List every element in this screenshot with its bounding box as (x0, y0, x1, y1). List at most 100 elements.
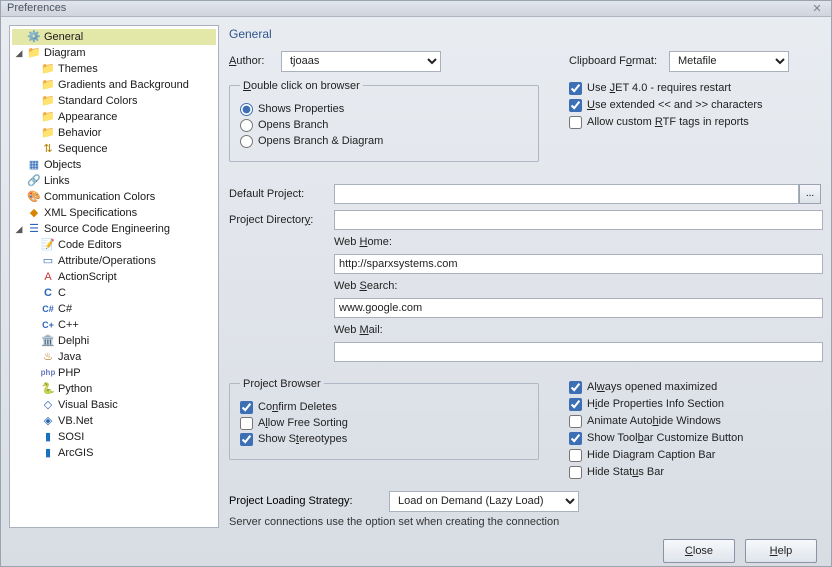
tree-item-vbnet[interactable]: ◈VB.Net (26, 413, 216, 429)
window-title: Preferences (7, 2, 809, 14)
sosi-icon: ▮ (41, 430, 55, 444)
close-icon[interactable]: ✕ (809, 2, 825, 15)
tree-item-xml-spec[interactable]: ◆XML Specifications (12, 205, 216, 221)
objects-icon: ▦ (27, 158, 41, 172)
footer: Close Help (1, 536, 831, 566)
check-free-sort[interactable]: Allow Free Sorting (240, 417, 528, 430)
page-title: General (227, 25, 823, 51)
tree-item-standard-colors[interactable]: 📁Standard Colors (26, 93, 216, 109)
web-mail-input[interactable] (334, 342, 823, 362)
titlebar: Preferences ✕ (1, 1, 831, 17)
close-button[interactable]: Close (663, 539, 735, 563)
tree-item-themes[interactable]: 📁Themes (26, 61, 216, 77)
preferences-window: Preferences ✕ ⚙️ General ◢ (0, 0, 832, 567)
check-maximized[interactable]: Always opened maximized (569, 381, 823, 394)
tree-item-comm-colors[interactable]: 🎨Communication Colors (12, 189, 216, 205)
gear-icon: ⚙️ (27, 30, 41, 44)
php-icon: php (41, 366, 55, 380)
vbnet-icon: ◈ (41, 414, 55, 428)
folder-icon: 📁 (41, 78, 55, 92)
folder-icon: 📁 (41, 110, 55, 124)
double-click-group: Double click on browser Shows Properties… (229, 80, 539, 162)
tree-item-sosi[interactable]: ▮SOSI (26, 429, 216, 445)
tree-item-arcgis[interactable]: ▮ArcGIS (26, 445, 216, 461)
nav-tree[interactable]: ⚙️ General ◢ 📁 Diagram 📁Themes 📁Gradien (9, 25, 219, 528)
actionscript-icon: A (41, 270, 55, 284)
web-home-input[interactable] (334, 254, 823, 274)
attribute-icon: ▭ (41, 254, 55, 268)
project-browser-legend: Project Browser (240, 378, 324, 390)
main-panel: General Author: tjoaas Double click on b… (227, 25, 823, 528)
radio-opens-branch-diagram[interactable]: Opens Branch & Diagram (240, 135, 528, 148)
vb-icon: ◇ (41, 398, 55, 412)
tree-item-behavior[interactable]: 📁Behavior (26, 125, 216, 141)
check-stereotypes[interactable]: Show Stereotypes (240, 433, 528, 446)
xml-icon: ◆ (27, 206, 41, 220)
tree-item-cpp[interactable]: C+C++ (26, 317, 216, 333)
python-icon: 🐍 (41, 382, 55, 396)
check-status[interactable]: Hide Status Bar (569, 466, 823, 479)
tree-item-java[interactable]: ♨Java (26, 349, 216, 365)
tree-item-general[interactable]: ⚙️ General (12, 29, 216, 45)
tree-item-vb[interactable]: ◇Visual Basic (26, 397, 216, 413)
radio-opens-branch[interactable]: Opens Branch (240, 119, 528, 132)
tree-item-links[interactable]: 🔗Links (12, 173, 216, 189)
tree-item-php[interactable]: phpPHP (26, 365, 216, 381)
tree-item-delphi[interactable]: 🏛️Delphi (26, 333, 216, 349)
clipboard-select[interactable]: Metafile (669, 51, 789, 72)
radio-shows-properties[interactable]: Shows Properties (240, 103, 528, 116)
arcgis-icon: ▮ (41, 446, 55, 460)
folder-icon: 📁 (27, 46, 41, 60)
strategy-label: Project Loading Strategy: (229, 495, 379, 507)
check-hide-props[interactable]: Hide Properties Info Section (569, 398, 823, 411)
editor-icon: 📝 (41, 238, 55, 252)
default-project-input[interactable] (334, 184, 799, 204)
check-ext-chars[interactable]: Use extended << and >> characters (569, 99, 823, 112)
tree-item-sequence[interactable]: ⇅Sequence (26, 141, 216, 157)
cpp-icon: C+ (41, 318, 55, 332)
check-confirm-deletes[interactable]: Confirm Deletes (240, 401, 528, 414)
csharp-icon: C# (41, 302, 55, 316)
web-search-input[interactable] (334, 298, 823, 318)
author-select[interactable]: tjoaas (281, 51, 441, 72)
tree-item-appearance[interactable]: 📁Appearance (26, 109, 216, 125)
folder-icon: 📁 (41, 126, 55, 140)
collapse-icon[interactable]: ◢ (14, 48, 24, 58)
project-dir-input[interactable] (334, 210, 823, 230)
c-icon: C (41, 286, 55, 300)
web-mail-label: Web Mail: (334, 324, 799, 336)
help-button[interactable]: Help (745, 539, 817, 563)
tree-item-attr-ops[interactable]: ▭Attribute/Operations (26, 253, 216, 269)
sequence-icon: ⇅ (41, 142, 55, 156)
folder-icon: 📁 (41, 94, 55, 108)
check-autohide[interactable]: Animate Autohide Windows (569, 415, 823, 428)
code-icon: ☰ (27, 222, 41, 236)
collapse-icon[interactable]: ◢ (14, 224, 24, 234)
body: ⚙️ General ◢ 📁 Diagram 📁Themes 📁Gradien (1, 17, 831, 536)
tree-item-gradients[interactable]: 📁Gradients and Background (26, 77, 216, 93)
tree-item-python[interactable]: 🐍Python (26, 381, 216, 397)
check-jet[interactable]: Use JET 4.0 - requires restart (569, 82, 823, 95)
tree-item-diagram[interactable]: ◢ 📁 Diagram (12, 45, 216, 61)
tree-item-actionscript[interactable]: AActionScript (26, 269, 216, 285)
delphi-icon: 🏛️ (41, 334, 55, 348)
web-home-label: Web Home: (334, 236, 799, 248)
tree-item-objects[interactable]: ▦Objects (12, 157, 216, 173)
strategy-select[interactable]: Load on Demand (Lazy Load) (389, 491, 579, 512)
tree-item-sce[interactable]: ◢ ☰ Source Code Engineering (12, 221, 216, 237)
folder-icon: 📁 (41, 62, 55, 76)
check-caption[interactable]: Hide Diagram Caption Bar (569, 449, 823, 462)
author-label: Author: (229, 55, 281, 67)
clipboard-label: Clipboard Format: (569, 55, 669, 67)
java-icon: ♨ (41, 350, 55, 364)
double-click-legend: Double click on browser (240, 80, 363, 92)
check-toolbar[interactable]: Show Toolbar Customize Button (569, 432, 823, 445)
tree-item-code-editors[interactable]: 📝Code Editors (26, 237, 216, 253)
browse-button[interactable]: ... (799, 184, 821, 204)
project-dir-label: Project Directory: (229, 214, 334, 226)
tree-item-csharp[interactable]: C#C# (26, 301, 216, 317)
tree-item-c[interactable]: CC (26, 285, 216, 301)
web-search-label: Web Search: (334, 280, 799, 292)
palette-icon: 🎨 (27, 190, 41, 204)
check-rtf[interactable]: Allow custom RTF tags in reports (569, 116, 823, 129)
